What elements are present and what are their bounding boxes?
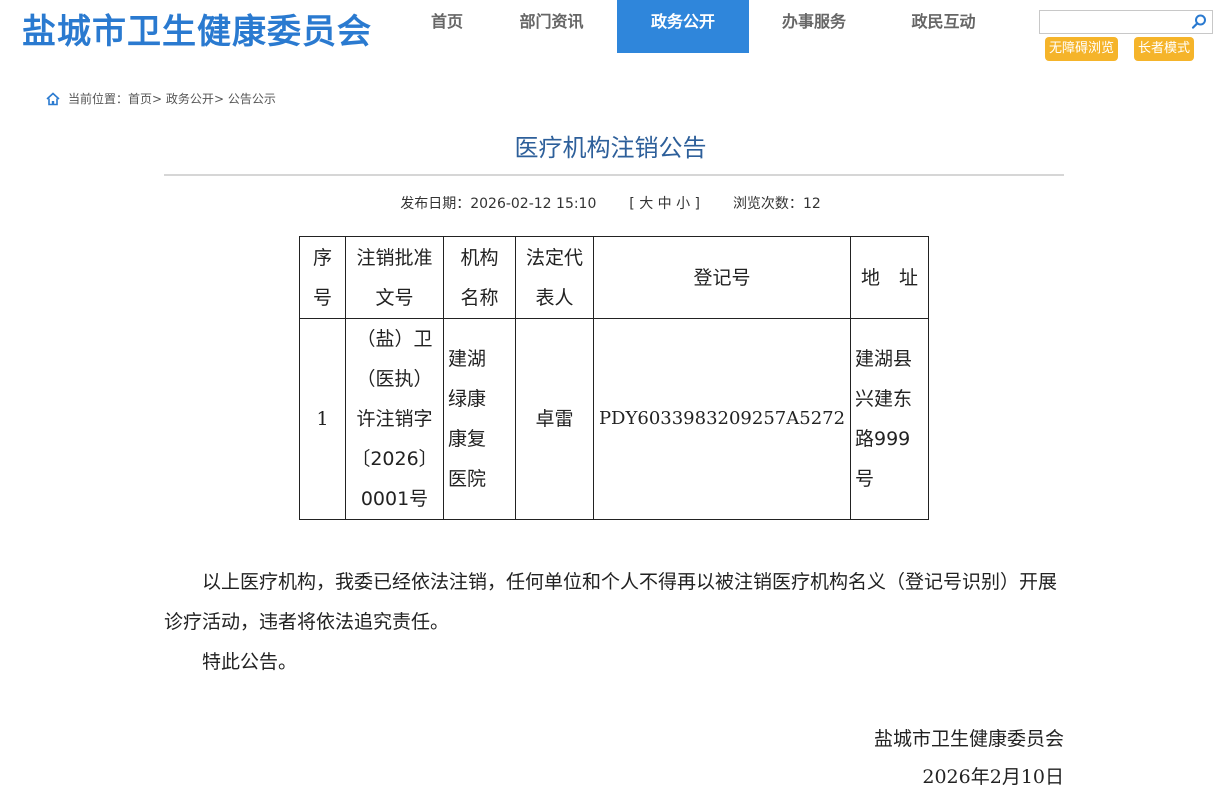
- cell-representative: 卓雷: [515, 318, 594, 520]
- nav-item-services[interactable]: 办事服务: [749, 0, 879, 53]
- nav-item-interaction[interactable]: 政民互动: [879, 0, 1008, 53]
- title-divider: [164, 174, 1064, 176]
- header-cell-reg-no: 登记号: [593, 236, 851, 319]
- breadcrumb-notice-link[interactable]: 公告公示: [228, 90, 276, 107]
- accessibility-button[interactable]: 无障碍浏览: [1045, 37, 1119, 61]
- breadcrumb-separator: >: [213, 91, 224, 106]
- cell-approval: （盐）卫 （医执） 许注销字 〔2026〕 0001号: [345, 318, 444, 520]
- search-box: [1039, 10, 1213, 34]
- header-cell-approval: 注销批准 文号: [345, 236, 444, 319]
- nav-item-home[interactable]: 首页: [408, 0, 486, 53]
- signature-block: 盐城市卫生健康委员会 2026年2月10日: [874, 720, 1064, 796]
- main-nav: 首页 部门资讯 政务公开 办事服务 政民互动: [408, 0, 1008, 53]
- site-title[interactable]: 盐城市卫生健康委员会: [22, 4, 372, 53]
- body-paragraph: 特此公告。: [202, 651, 298, 673]
- nav-item-news[interactable]: 部门资讯: [486, 0, 617, 53]
- breadcrumb-separator: >: [152, 91, 163, 106]
- cell-name: 建湖 绿康 康复 医院: [443, 318, 516, 520]
- views-count: 12: [802, 196, 821, 212]
- search-icon[interactable]: [1190, 13, 1208, 31]
- views-label: 浏览次数：: [732, 196, 803, 212]
- table-header-row: 序号 注销批准 文号 机构 名称 法定代 表人 登记号 地 址: [299, 236, 929, 319]
- header-cell-name: 机构 名称: [443, 236, 516, 319]
- font-size-control[interactable]: [ 大 中 小 ]: [629, 196, 700, 212]
- revocation-table: 序号 注销批准 文号 机构 名称 法定代 表人 登记号 地 址 1 （盐）卫 （医执）…: [299, 236, 929, 520]
- cell-address: 建湖县 兴建东 路999 号: [850, 318, 929, 520]
- signature-date: 2026年2月10日: [922, 766, 1064, 788]
- breadcrumb-prefix: 当前位置：: [68, 92, 129, 106]
- header-cell-no: 序号: [299, 236, 346, 319]
- search-input[interactable]: [1044, 13, 1184, 31]
- home-icon: [46, 91, 60, 105]
- table-row: 1 （盐）卫 （医执） 许注销字 〔2026〕 0001号 建湖 绿康 康复 医…: [299, 318, 929, 520]
- signature-org: 盐城市卫生健康委员会: [873, 728, 1064, 750]
- publish-date: 2026-02-12 15:10: [470, 196, 597, 212]
- cell-no: 1: [299, 318, 346, 520]
- article-meta: 发布日期：2026-02-12 15:10 [ 大 中 小 ] 浏览次数：12: [0, 193, 1221, 213]
- nav-item-gov-affairs[interactable]: 政务公开: [617, 0, 749, 53]
- publish-date-label: 发布日期：: [400, 196, 471, 212]
- body-paragraph: 以上医疗机构，我委已经依法注销，任何单位和个人不得再以被注销医疗机构名义（登记号…: [164, 571, 1058, 633]
- breadcrumb-home-link[interactable]: 首页: [128, 90, 152, 107]
- header-cell-address: 地 址: [850, 236, 929, 319]
- site-header: 盐城市卫生健康委员会 首页 部门资讯 政务公开 办事服务 政民互动 无障碍浏览 …: [0, 0, 1221, 64]
- breadcrumb: 当前位置： 首页 > 政务公开 > 公告公示: [46, 90, 276, 107]
- article-body: 以上医疗机构，我委已经依法注销，任何单位和个人不得再以被注销医疗机构名义（登记号…: [164, 562, 1064, 682]
- elder-mode-button[interactable]: 长者模式: [1134, 37, 1195, 61]
- header-cell-representative: 法定代 表人: [515, 236, 594, 319]
- breadcrumb-gov-affairs-link[interactable]: 政务公开: [166, 90, 214, 107]
- cell-reg-no: PDY6033983209257A5272: [593, 318, 851, 520]
- article-title: 医疗机构注销公告: [514, 134, 707, 162]
